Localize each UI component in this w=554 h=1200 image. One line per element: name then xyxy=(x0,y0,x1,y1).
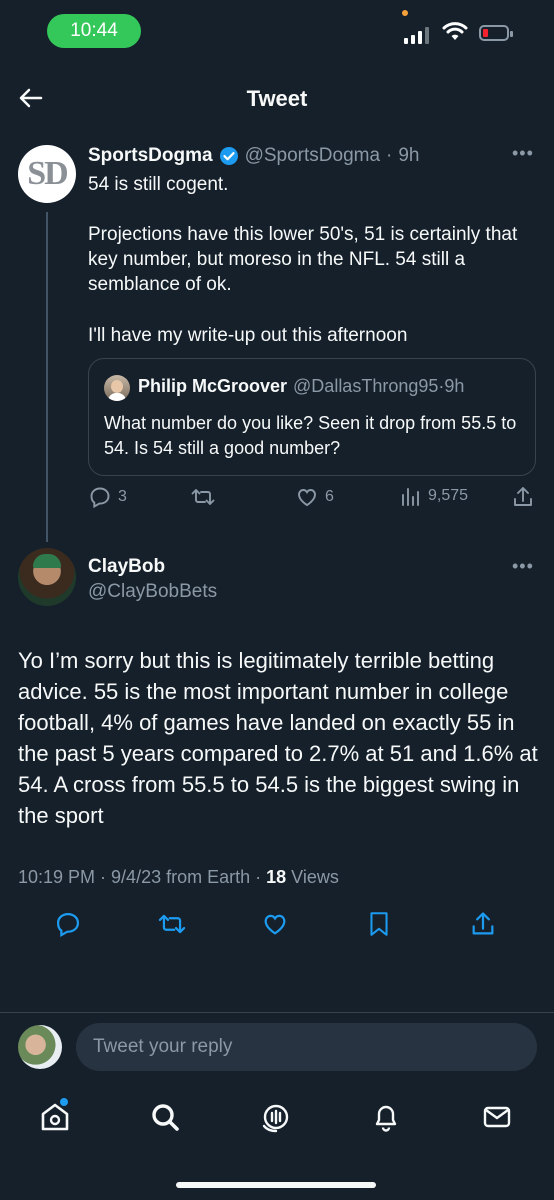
quoted-display-name: Philip McGroover xyxy=(138,376,288,396)
bookmark-icon[interactable] xyxy=(366,910,392,938)
quoted-timestamp: 9h xyxy=(444,376,465,396)
retweet-icon xyxy=(191,489,215,505)
tweet-text-paragraph: Projections have this lower 50's, 51 is … xyxy=(88,224,518,295)
notification-dot xyxy=(60,1098,68,1106)
share-button[interactable] xyxy=(512,485,534,509)
quoted-tweet-header: Philip McGroover @DallasThrong95 · 9h xyxy=(138,376,464,397)
views-count: 9,575 xyxy=(428,487,469,504)
retweet-icon[interactable] xyxy=(157,910,187,938)
display-name[interactable]: SportsDogma xyxy=(88,145,213,167)
tweet-timestamp[interactable]: 10:19 PM · 9/4/23 from Earth · xyxy=(18,867,266,887)
avatar[interactable]: SD xyxy=(18,145,76,203)
tweet-actions: 3 6 9,575 xyxy=(88,485,538,515)
reply-icon xyxy=(90,487,110,509)
reply-button[interactable]: 3 xyxy=(88,485,127,509)
spaces-icon[interactable] xyxy=(259,1100,293,1134)
quoted-handle: @DallasThrong95 xyxy=(293,376,439,396)
views-label: Views xyxy=(286,867,339,887)
tweet-text-line: 54 is still cogent. xyxy=(88,174,229,195)
tweet-actions xyxy=(0,908,554,944)
tweet-header: SportsDogma @SportsDogma · 9h xyxy=(88,145,420,167)
heart-icon[interactable] xyxy=(261,910,289,938)
thread-line xyxy=(46,212,48,542)
like-button[interactable]: 6 xyxy=(295,485,334,509)
wifi-icon xyxy=(442,22,468,40)
more-options-icon[interactable]: ••• xyxy=(512,556,534,577)
privacy-indicator-dot xyxy=(402,10,408,16)
battery-icon xyxy=(479,25,513,41)
views-button[interactable]: 9,575 xyxy=(400,485,468,507)
tweet-text: Yo I’m sorry but this is legitimately te… xyxy=(18,648,538,828)
separator-dot: · xyxy=(386,145,393,166)
share-icon[interactable] xyxy=(470,910,496,938)
status-bar: 10:44 xyxy=(0,0,554,60)
views-count: 18 xyxy=(266,867,287,887)
heart-icon xyxy=(298,489,316,507)
search-icon[interactable] xyxy=(148,1100,182,1134)
verified-badge-icon xyxy=(219,147,238,165)
reply-count: 3 xyxy=(118,488,127,505)
reply-input[interactable] xyxy=(76,1023,537,1071)
tweet-text-paragraph: I'll have my write-up out this afternoon xyxy=(88,325,408,346)
display-name[interactable]: ClayBob xyxy=(88,556,165,578)
avatar[interactable] xyxy=(18,548,76,606)
home-indicator xyxy=(176,1182,376,1188)
status-time: 10:44 xyxy=(47,14,141,48)
my-avatar[interactable] xyxy=(18,1025,62,1069)
handle[interactable]: @ClayBobBets xyxy=(88,581,217,603)
timestamp[interactable]: 9h xyxy=(398,145,419,167)
messages-icon[interactable] xyxy=(480,1100,514,1134)
notifications-icon[interactable] xyxy=(369,1100,403,1134)
like-count: 6 xyxy=(325,488,334,505)
retweet-button[interactable] xyxy=(190,485,216,509)
more-options-icon[interactable]: ••• xyxy=(512,143,534,164)
quoted-avatar xyxy=(104,375,130,401)
quoted-tweet-text: What number do you like? Seen it drop fr… xyxy=(104,413,517,458)
divider xyxy=(0,1012,554,1013)
avatar-logo-text: SD xyxy=(27,155,68,192)
reply-icon[interactable] xyxy=(54,910,82,938)
home-icon[interactable] xyxy=(38,1100,72,1134)
cellular-signal-icon xyxy=(404,26,429,44)
handle[interactable]: @SportsDogma xyxy=(245,145,380,167)
views-chart-icon xyxy=(402,488,419,506)
share-icon xyxy=(514,487,532,506)
tweet-meta: 10:19 PM · 9/4/23 from Earth · 18 Views xyxy=(18,867,339,888)
page-title: Tweet xyxy=(246,86,308,111)
